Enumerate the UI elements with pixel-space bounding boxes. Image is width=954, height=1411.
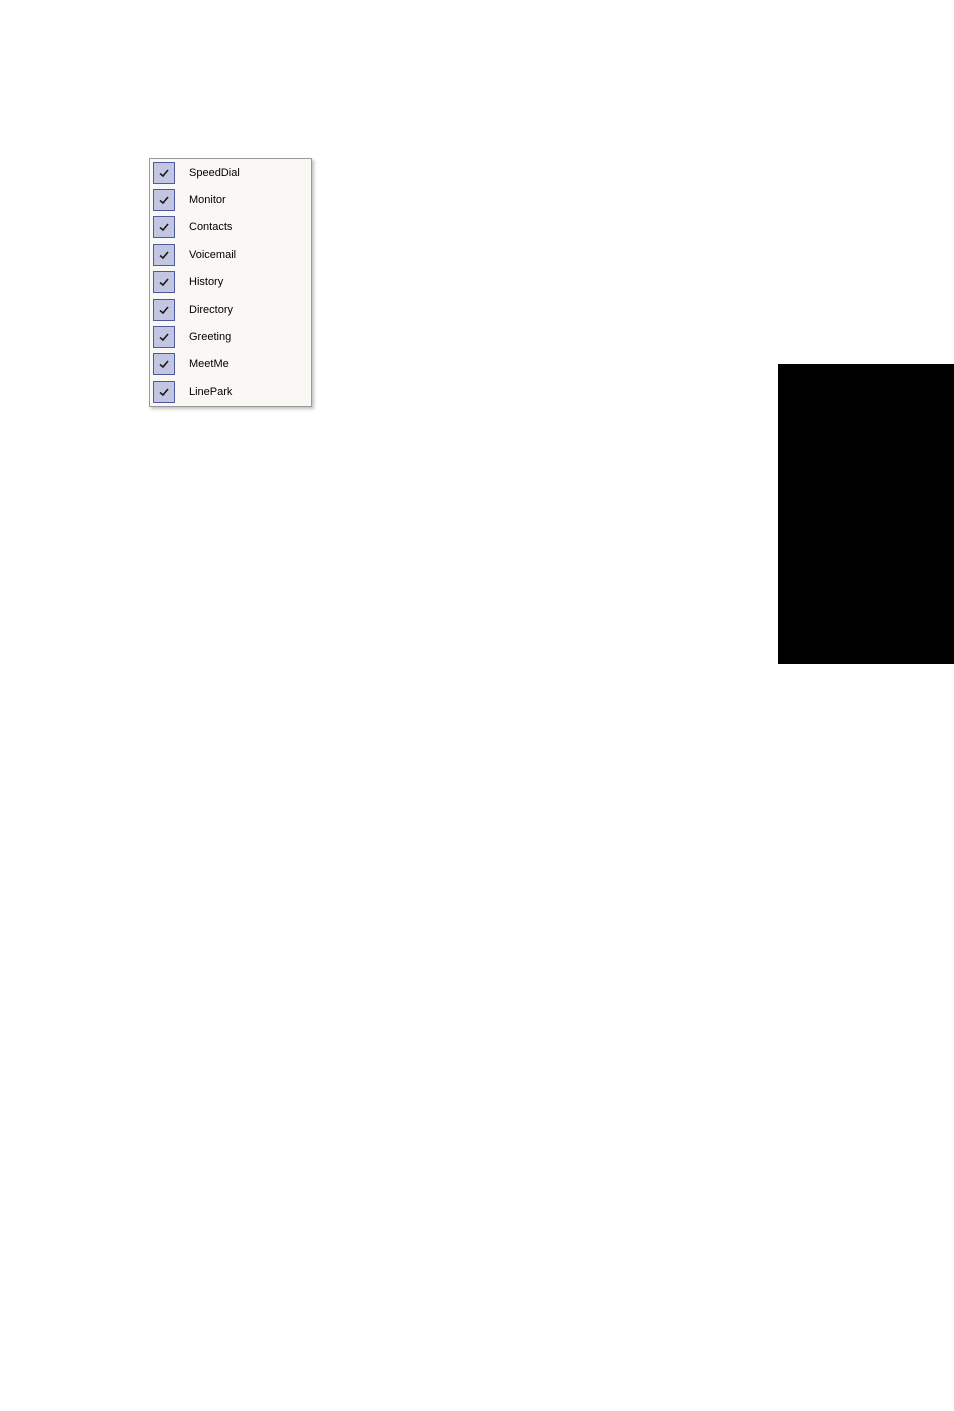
menu-panel: SpeedDial Monitor Contacts Voicemail His…: [149, 158, 312, 407]
checkbox-greeting[interactable]: [153, 326, 175, 348]
menu-item-directory[interactable]: Directory: [150, 296, 311, 323]
checkbox-linepark[interactable]: [153, 381, 175, 403]
menu-item-contacts[interactable]: Contacts: [150, 214, 311, 241]
menu-item-label: History: [189, 276, 223, 288]
check-icon: [157, 330, 171, 344]
menu-item-history[interactable]: History: [150, 269, 311, 296]
menu-item-voicemail[interactable]: Voicemail: [150, 241, 311, 268]
checkbox-monitor[interactable]: [153, 189, 175, 211]
menu-item-linepark[interactable]: LinePark: [150, 378, 311, 405]
menu-item-label: SpeedDial: [189, 167, 240, 179]
check-icon: [157, 385, 171, 399]
menu-item-label: Contacts: [189, 221, 232, 233]
menu-item-label: Monitor: [189, 194, 226, 206]
check-icon: [157, 220, 171, 234]
menu-item-monitor[interactable]: Monitor: [150, 186, 311, 213]
menu-item-label: MeetMe: [189, 358, 229, 370]
menu-item-label: Voicemail: [189, 249, 236, 261]
checkbox-history[interactable]: [153, 271, 175, 293]
menu-item-meetme[interactable]: MeetMe: [150, 351, 311, 378]
check-icon: [157, 248, 171, 262]
check-icon: [157, 303, 171, 317]
checkbox-directory[interactable]: [153, 299, 175, 321]
check-icon: [157, 193, 171, 207]
checkbox-speeddial[interactable]: [153, 162, 175, 184]
checkbox-voicemail[interactable]: [153, 244, 175, 266]
checkbox-contacts[interactable]: [153, 216, 175, 238]
menu-item-greeting[interactable]: Greeting: [150, 323, 311, 350]
check-icon: [157, 357, 171, 371]
check-icon: [157, 166, 171, 180]
menu-item-label: LinePark: [189, 386, 232, 398]
menu-item-label: Greeting: [189, 331, 231, 343]
menu-item-label: Directory: [189, 304, 233, 316]
menu-item-speeddial[interactable]: SpeedDial: [150, 159, 311, 186]
checkbox-meetme[interactable]: [153, 353, 175, 375]
black-rectangle: [778, 364, 954, 664]
check-icon: [157, 275, 171, 289]
